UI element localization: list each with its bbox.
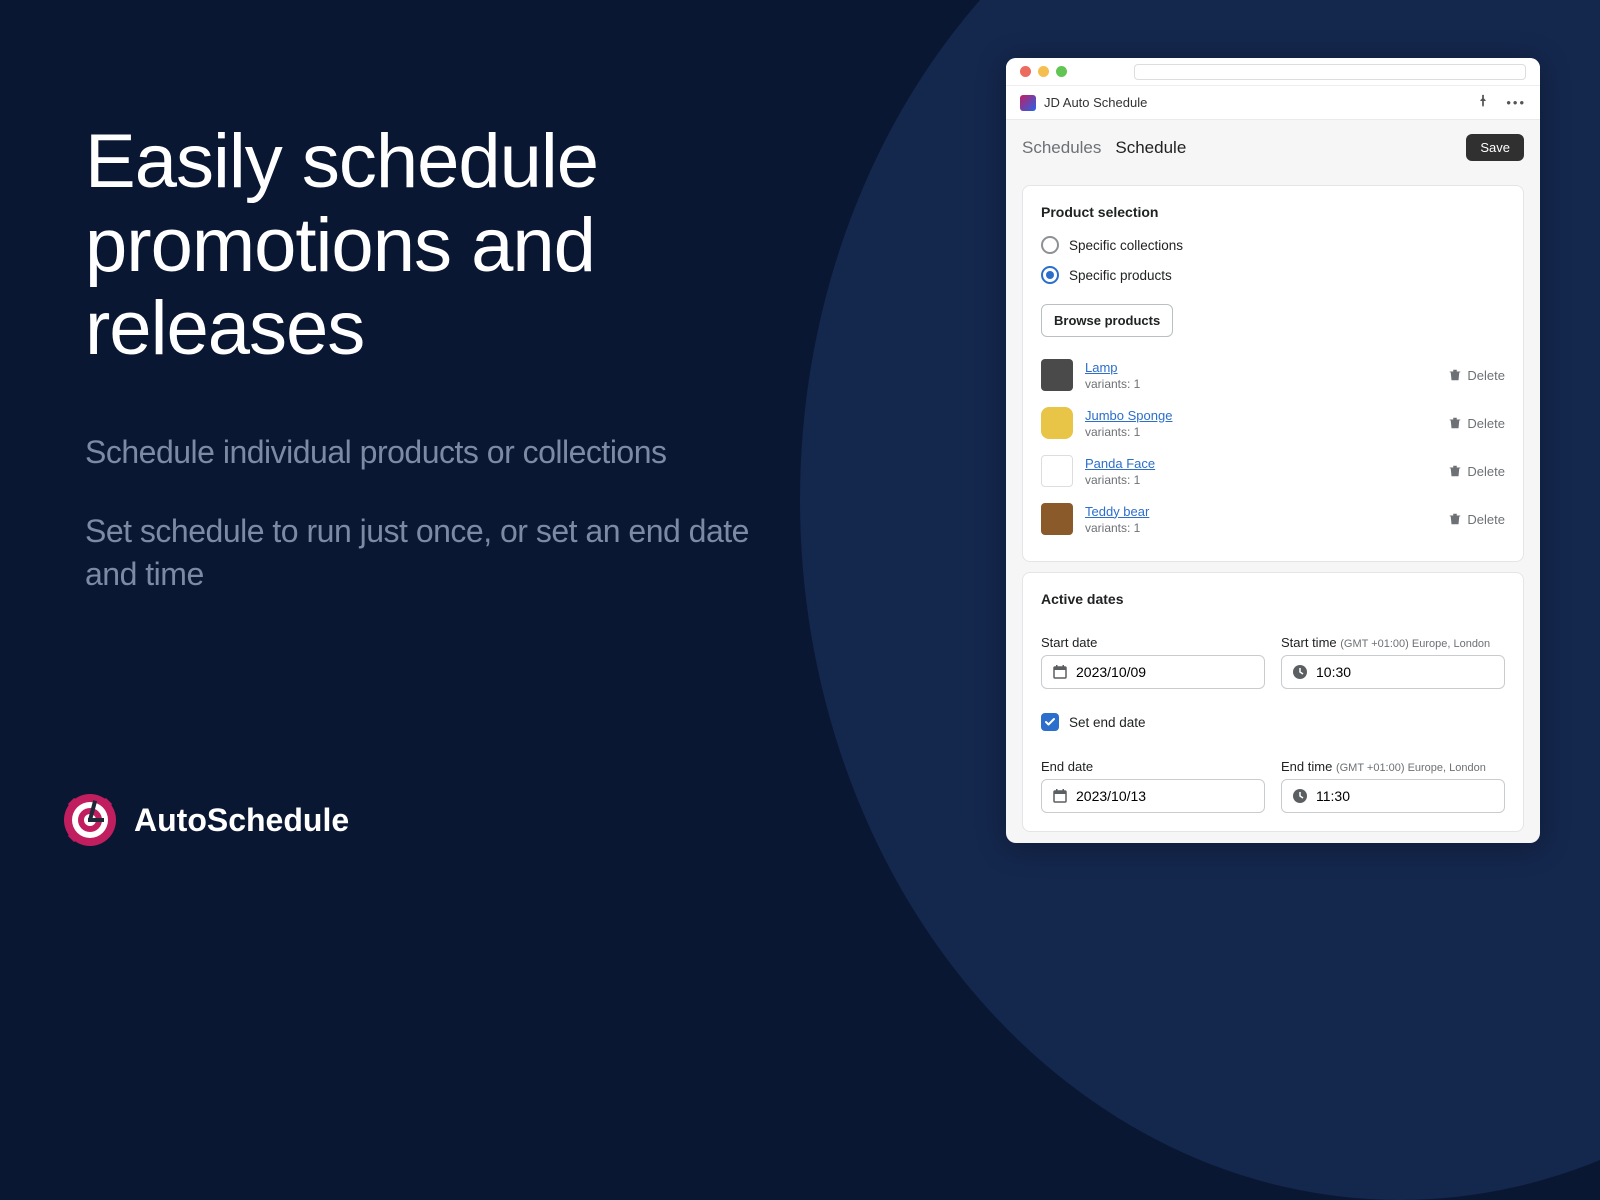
app-topbar: JD Auto Schedule ••• <box>1006 86 1540 120</box>
brand-name: AutoSchedule <box>134 802 349 839</box>
trash-icon <box>1448 512 1462 526</box>
app-icon <box>1020 95 1036 111</box>
product-variants: variants: 1 <box>1085 425 1436 439</box>
crumb-current: Schedule <box>1115 138 1186 158</box>
radio-label: Specific products <box>1069 268 1172 283</box>
checkbox-label: Set end date <box>1069 715 1146 730</box>
radio-label: Specific collections <box>1069 238 1183 253</box>
panel-title: Product selection <box>1041 204 1505 220</box>
product-row: Panda Face variants: 1 Delete <box>1041 447 1505 495</box>
product-name-link[interactable]: Lamp <box>1085 360 1436 375</box>
delete-button[interactable]: Delete <box>1448 464 1505 479</box>
tz-hint: (GMT +01:00) Europe, London <box>1336 762 1486 774</box>
end-date-value: 2023/10/13 <box>1076 788 1146 804</box>
calendar-icon <box>1052 664 1068 680</box>
crumb-parent[interactable]: Schedules <box>1022 138 1101 158</box>
end-time-label: End time (GMT +01:00) Europe, London <box>1281 759 1505 774</box>
product-variants: variants: 1 <box>1085 377 1436 391</box>
breadcrumb: Schedules Schedule Save <box>1006 120 1540 175</box>
end-time-input[interactable]: 11:30 <box>1281 779 1505 813</box>
window-close-icon[interactable] <box>1020 66 1031 77</box>
hero-sub1: Schedule individual products or collecti… <box>85 431 805 474</box>
product-row: Teddy bear variants: 1 Delete <box>1041 495 1505 543</box>
start-time-input[interactable]: 10:30 <box>1281 655 1505 689</box>
brand-logo-icon <box>60 790 120 850</box>
hero-title: Easily schedule promotions and releases <box>85 120 805 371</box>
start-date-label: Start date <box>1041 635 1265 650</box>
product-row: Jumbo Sponge variants: 1 Delete <box>1041 399 1505 447</box>
radio-specific-collections[interactable]: Specific collections <box>1041 236 1505 254</box>
end-time-value: 11:30 <box>1316 788 1350 804</box>
tz-hint: (GMT +01:00) Europe, London <box>1340 638 1490 650</box>
mac-titlebar <box>1006 58 1540 86</box>
delete-button[interactable]: Delete <box>1448 512 1505 527</box>
start-date-input[interactable]: 2023/10/09 <box>1041 655 1265 689</box>
start-time-value: 10:30 <box>1316 664 1351 680</box>
delete-button[interactable]: Delete <box>1448 416 1505 431</box>
end-date-input[interactable]: 2023/10/13 <box>1041 779 1265 813</box>
active-dates-panel: Active dates Start date 2023/10/09 Start… <box>1022 572 1524 832</box>
start-date-value: 2023/10/09 <box>1076 664 1146 680</box>
app-name: JD Auto Schedule <box>1044 95 1147 110</box>
product-name-link[interactable]: Panda Face <box>1085 456 1436 471</box>
pin-icon[interactable] <box>1476 94 1490 111</box>
clock-icon <box>1292 664 1308 680</box>
product-name-link[interactable]: Teddy bear <box>1085 504 1436 519</box>
radio-specific-products[interactable]: Specific products <box>1041 266 1505 284</box>
trash-icon <box>1448 368 1462 382</box>
url-bar[interactable] <box>1134 64 1526 80</box>
set-end-date-checkbox[interactable]: Set end date <box>1041 713 1505 731</box>
brand: AutoSchedule <box>60 790 349 850</box>
window-minimize-icon[interactable] <box>1038 66 1049 77</box>
clock-icon <box>1292 788 1308 804</box>
end-date-label: End date <box>1041 759 1265 774</box>
calendar-icon <box>1052 788 1068 804</box>
trash-icon <box>1448 416 1462 430</box>
product-row: Lamp variants: 1 Delete <box>1041 351 1505 399</box>
product-image <box>1041 407 1073 439</box>
product-variants: variants: 1 <box>1085 521 1436 535</box>
product-name-link[interactable]: Jumbo Sponge <box>1085 408 1436 423</box>
product-variants: variants: 1 <box>1085 473 1436 487</box>
delete-button[interactable]: Delete <box>1448 368 1505 383</box>
start-time-label: Start time (GMT +01:00) Europe, London <box>1281 635 1505 650</box>
product-image <box>1041 503 1073 535</box>
product-image <box>1041 455 1073 487</box>
panel-title: Active dates <box>1041 591 1505 607</box>
browse-products-button[interactable]: Browse products <box>1041 304 1173 337</box>
hero-sub2: Set schedule to run just once, or set an… <box>85 510 805 596</box>
more-icon[interactable]: ••• <box>1506 95 1526 110</box>
product-selection-panel: Product selection Specific collections S… <box>1022 185 1524 562</box>
trash-icon <box>1448 464 1462 478</box>
app-window: JD Auto Schedule ••• Schedules Schedule … <box>1006 58 1540 843</box>
product-image <box>1041 359 1073 391</box>
save-button[interactable]: Save <box>1466 134 1524 161</box>
window-maximize-icon[interactable] <box>1056 66 1067 77</box>
